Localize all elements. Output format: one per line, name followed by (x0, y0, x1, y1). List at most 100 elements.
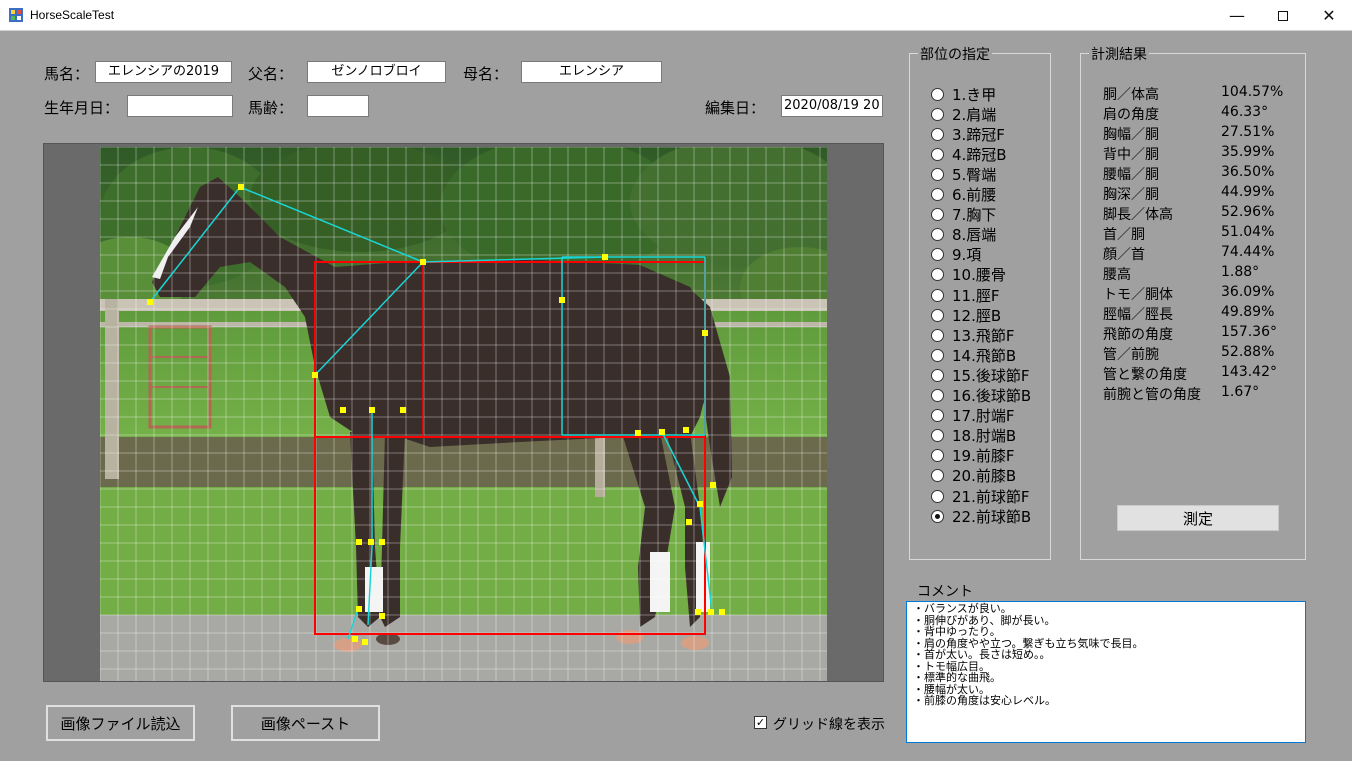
part-radio-label: 2.肩端 (952, 105, 997, 124)
part-radio-item[interactable]: 22.前球節B (931, 506, 1031, 526)
image-canvas[interactable] (43, 143, 884, 682)
radio-button-icon[interactable] (931, 167, 944, 181)
check-mark-icon: ✓ (755, 716, 766, 729)
part-radio-item[interactable]: 16.後球節B (931, 386, 1031, 406)
part-radio-item[interactable]: 10.腰骨 (931, 265, 1006, 285)
result-label: 脛幅／脛長 (1103, 307, 1173, 323)
radio-button-icon[interactable] (931, 348, 944, 362)
window-title: HorseScaleTest (30, 8, 115, 22)
comment-textarea[interactable]: ・バランスが良い。 ・胴伸びがあり、脚が長い。 ・背中ゆったり。 ・肩の角度やや立つ。… (906, 601, 1306, 743)
comment-line: ・バランスが良い。 (913, 602, 1012, 615)
radio-button-icon[interactable] (931, 228, 944, 242)
part-radio-label: 21.前球節F (952, 487, 1030, 506)
result-value: 143.42° (1221, 364, 1277, 380)
title-bar: HorseScaleTest — ✕ (0, 0, 1352, 31)
result-value: 44.99% (1221, 184, 1275, 200)
result-label: 管と繋の角度 (1103, 367, 1187, 383)
part-radio-item[interactable]: 21.前球節F (931, 486, 1029, 506)
part-radio-label: 17.肘端F (952, 407, 1015, 426)
radio-button-icon[interactable] (931, 489, 944, 503)
radio-button-icon[interactable] (931, 248, 944, 262)
birthdate-field[interactable] (127, 95, 233, 117)
dam-field[interactable]: エレンシア (521, 61, 662, 83)
result-label: 顔／首 (1103, 247, 1145, 263)
radio-button-icon[interactable] (931, 449, 944, 463)
radio-button-icon[interactable] (931, 208, 944, 222)
part-radio-item[interactable]: 2.肩端 (931, 104, 996, 124)
horse-name-field[interactable]: エレンシアの2019 (95, 61, 232, 83)
part-radio-item[interactable]: 13.飛節F (931, 325, 1014, 345)
part-radio-label: 18.肘端B (952, 427, 1017, 446)
result-label: 背中／胴 (1103, 147, 1159, 163)
part-radio-item[interactable]: 6.前腰 (931, 185, 996, 205)
close-button[interactable]: ✕ (1306, 0, 1352, 31)
part-radio-item[interactable]: 11.脛F (931, 285, 999, 305)
result-value: 104.57% (1221, 84, 1284, 100)
part-radio-item[interactable]: 18.肘端B (931, 426, 1016, 446)
horse-photo-svg (100, 147, 827, 681)
radio-button-icon[interactable] (931, 87, 944, 101)
radio-button-icon[interactable] (931, 288, 944, 302)
result-value: 157.36° (1221, 324, 1277, 340)
radio-button-icon[interactable] (931, 268, 944, 282)
edit-date-field[interactable]: 2020/08/19 20 (781, 95, 883, 117)
parts-group-title: 部位の指定 (918, 44, 992, 64)
sire-label: 父名： (248, 65, 294, 83)
part-radio-label: 1.き甲 (952, 85, 997, 104)
result-value: 1.88° (1221, 264, 1260, 280)
part-radio-item[interactable]: 14.飛節B (931, 345, 1016, 365)
grid-checkbox-label[interactable]: グリッド線を表示 (773, 714, 885, 734)
radio-button-icon[interactable] (931, 308, 944, 322)
part-radio-label: 14.飛節B (952, 346, 1017, 365)
part-radio-item[interactable]: 1.き甲 (931, 84, 996, 104)
age-field[interactable] (307, 95, 369, 117)
radio-button-icon[interactable] (931, 409, 944, 423)
part-radio-item[interactable]: 12.脛B (931, 305, 1001, 325)
part-radio-item[interactable]: 9.項 (931, 245, 981, 265)
result-label: 腰幅／胴 (1103, 167, 1159, 183)
part-radio-item[interactable]: 17.肘端F (931, 406, 1014, 426)
parts-group: 部位の指定 1.き甲 2.肩端 3.蹄冠F 4.蹄冠B 5.臀端 6.前腰 7.胸下 8.唇端… (909, 44, 1051, 560)
result-label: 飛節の角度 (1103, 327, 1173, 343)
radio-button-icon[interactable] (931, 389, 944, 402)
result-value: 27.51% (1221, 124, 1275, 140)
part-radio-item[interactable]: 8.唇端 (931, 225, 996, 245)
radio-button-icon[interactable] (931, 107, 944, 121)
minimize-button[interactable]: — (1214, 0, 1260, 31)
radio-button-icon[interactable] (931, 429, 944, 443)
edit-date-label: 編集日： (705, 99, 766, 117)
measure-button[interactable]: 測定 (1117, 505, 1279, 531)
part-radio-label: 10.腰骨 (952, 266, 1006, 285)
radio-button-icon[interactable] (931, 147, 944, 161)
radio-button-icon[interactable] (931, 328, 944, 342)
part-radio-item[interactable]: 7.胸下 (931, 205, 996, 225)
part-radio-label: 19.前膝F (952, 447, 1015, 466)
part-radio-label: 20.前膝B (952, 467, 1017, 486)
comment-line: ・背中ゆったり。 (913, 625, 1001, 638)
result-value: 35.99% (1221, 144, 1275, 160)
radio-button-icon[interactable] (931, 188, 944, 201)
part-radio-item[interactable]: 3.蹄冠F (931, 124, 1005, 144)
horse-photo (100, 147, 827, 681)
radio-button-icon[interactable] (931, 469, 944, 483)
sire-field[interactable]: ゼンノロブロイ (307, 61, 446, 83)
part-radio-item[interactable]: 4.蹄冠B (931, 144, 1007, 164)
comment-line: ・前膝の角度は安心レベル。 (913, 694, 1056, 707)
grid-checkbox[interactable]: ✓ (754, 716, 767, 729)
part-radio-label: 15.後球節F (952, 366, 1030, 385)
radio-button-icon[interactable] (931, 368, 944, 382)
result-label: 管／前腕 (1103, 347, 1159, 363)
result-label: 胸幅／胴 (1103, 127, 1159, 143)
radio-button-icon[interactable] (931, 509, 944, 523)
part-radio-item[interactable]: 5.臀端 (931, 164, 996, 184)
part-radio-item[interactable]: 15.後球節F (931, 365, 1029, 385)
radio-button-icon[interactable] (931, 127, 944, 141)
comment-line: ・標準的な曲飛。 (913, 671, 1001, 684)
app-icon (9, 8, 23, 22)
part-radio-item[interactable]: 20.前膝B (931, 466, 1016, 486)
part-radio-item[interactable]: 19.前膝F (931, 446, 1014, 466)
load-image-button[interactable]: 画像ファイル読込 (46, 705, 195, 741)
paste-image-button[interactable]: 画像ペースト (231, 705, 380, 741)
result-label: トモ／胴体 (1103, 287, 1173, 303)
maximize-button[interactable] (1260, 0, 1306, 31)
